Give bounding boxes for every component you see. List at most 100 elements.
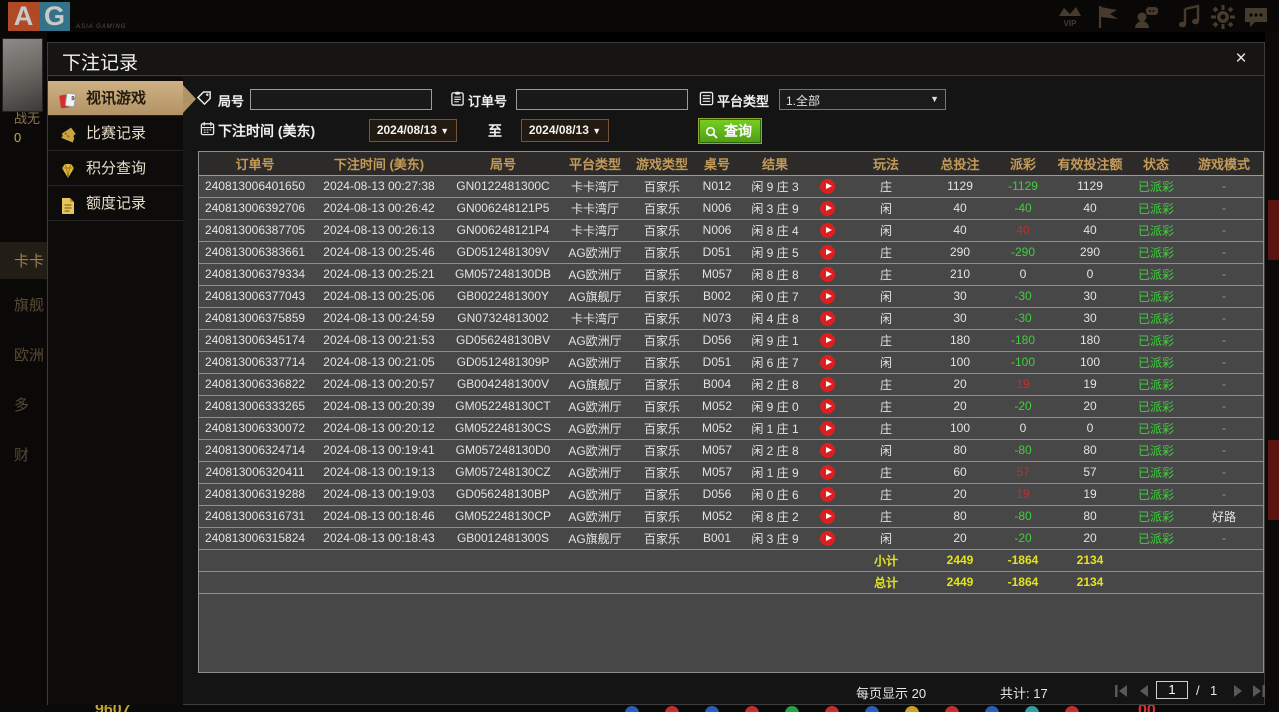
replay-icon[interactable] [820, 355, 835, 370]
replay-icon[interactable] [820, 179, 835, 194]
table-cell: - [1185, 395, 1263, 417]
table-cell: 已派彩 [1127, 373, 1185, 395]
replay-icon[interactable] [820, 267, 835, 282]
chevron-down-icon: ▼ [440, 126, 449, 136]
replay-icon[interactable] [820, 487, 835, 502]
chat-icon[interactable] [1243, 4, 1269, 30]
vip-icon[interactable]: VIP [1057, 4, 1083, 30]
replay-icon[interactable] [820, 245, 835, 260]
table-cell: 庄 [845, 241, 927, 263]
last-page-icon[interactable] [1250, 684, 1266, 698]
date-from-picker[interactable]: 2024/08/13 ▼ [369, 119, 457, 142]
table-row: 2408130063793342024-08-13 00:25:21GM0572… [199, 263, 1263, 285]
replay-icon[interactable] [820, 333, 835, 348]
table-cell: 240813006319288 [199, 483, 311, 505]
sidebar-tab-points-query[interactable]: 积分查询 [48, 151, 183, 186]
underlay-count: 00 [1138, 705, 1156, 712]
first-page-icon[interactable] [1114, 684, 1130, 698]
underlay-badge [865, 706, 879, 712]
lobby-menu-fragment: 欧洲 [0, 344, 47, 365]
sidebar-tab-match-records[interactable]: 比赛记录 [48, 116, 183, 151]
replay-icon[interactable] [820, 421, 835, 436]
table-cell: 百家乐 [631, 197, 693, 219]
dialog-titlebar: 下注记录 × [48, 43, 1264, 76]
table-cell: - [1185, 175, 1263, 197]
replay-icon[interactable] [820, 223, 835, 238]
table-cell: - [1185, 241, 1263, 263]
table-cell: GN006248121P5 [447, 197, 559, 219]
underlay-badge [625, 706, 639, 712]
summary-cell [559, 549, 631, 571]
table-cell: 已派彩 [1127, 351, 1185, 373]
replay-icon[interactable] [820, 377, 835, 392]
table-cell: - [1185, 373, 1263, 395]
logo-subtitle: ASIA GAMING [76, 24, 126, 30]
close-icon[interactable]: × [1230, 48, 1252, 70]
column-header: 游戏类型 [631, 152, 693, 175]
replay-icon[interactable] [820, 465, 835, 480]
sidebar-tab-video-games[interactable]: 9视讯游戏 [48, 81, 183, 116]
table-row: 2408130063192882024-08-13 00:19:03GD0562… [199, 483, 1263, 505]
table-cell: 240813006337714 [199, 351, 311, 373]
cards-icon: 9 [58, 89, 78, 109]
table-cell: 2024-08-13 00:19:41 [311, 439, 447, 461]
table-cell: 庄 [845, 395, 927, 417]
sidebar-tab-quota-records[interactable]: 额度记录 [48, 186, 183, 221]
page-number-input[interactable]: 1 [1156, 681, 1188, 699]
table-cell: B001 [693, 527, 741, 549]
table-cell: - [1185, 417, 1263, 439]
table-cell: 240813006387705 [199, 219, 311, 241]
prev-page-icon[interactable] [1136, 684, 1152, 698]
table-cell: 百家乐 [631, 483, 693, 505]
table-cell: 0 [993, 417, 1053, 439]
column-header: 总投注 [927, 152, 993, 175]
table-cell: B002 [693, 285, 741, 307]
table-cell: 20 [1053, 395, 1127, 417]
table-cell: 240813006320411 [199, 461, 311, 483]
table-cell: 20 [927, 483, 993, 505]
table-cell: 百家乐 [631, 241, 693, 263]
platform-type-select[interactable]: 1.全部 ▼ [779, 89, 946, 110]
flag-icon[interactable] [1095, 4, 1121, 30]
table-cell: AG欧洲厅 [559, 505, 631, 527]
column-header: 订单号 [199, 152, 311, 175]
table-cell: 57 [1053, 461, 1127, 483]
lobby-menu-fragment: 卡卡 [0, 242, 47, 279]
table-cell: 2024-08-13 00:26:13 [311, 219, 447, 241]
table-cell: 百家乐 [631, 351, 693, 373]
round-no-input[interactable] [250, 89, 432, 110]
table-cell: 已派彩 [1127, 505, 1185, 527]
gear-icon[interactable] [1210, 4, 1236, 30]
table-cell: 闲 2 庄 8 [741, 439, 809, 461]
table-cell: 百家乐 [631, 307, 693, 329]
sidebar-tab-label: 比赛记录 [86, 125, 146, 142]
summary-cell: 总计 [845, 571, 927, 593]
total-pages: 1 [1210, 683, 1217, 698]
table-cell: - [1185, 307, 1263, 329]
summary-cell [1127, 571, 1185, 593]
table-cell: - [1185, 351, 1263, 373]
table-cell: -40 [993, 197, 1053, 219]
replay-icon[interactable] [820, 443, 835, 458]
replay-icon[interactable] [820, 311, 835, 326]
replay-icon[interactable] [820, 531, 835, 546]
query-button[interactable]: 查询 [699, 119, 761, 143]
replay-icon[interactable] [820, 509, 835, 524]
order-no-input[interactable] [516, 89, 688, 110]
music-icon[interactable] [1176, 4, 1202, 30]
table-cell: 0 [1053, 417, 1127, 439]
bet-time-label: 下注时间 (美东) [218, 121, 315, 141]
column-header: 下注时间 (美东) [311, 152, 447, 175]
table-cell: M057 [693, 439, 741, 461]
date-to-picker[interactable]: 2024/08/13 ▼ [521, 119, 609, 142]
replay-icon[interactable] [820, 201, 835, 216]
support-icon[interactable] [1133, 4, 1159, 30]
next-page-icon[interactable] [1230, 684, 1246, 698]
table-cell: 80 [927, 505, 993, 527]
table-cell: M057 [693, 263, 741, 285]
replay-icon[interactable] [820, 399, 835, 414]
logo-letter-g: G [39, 2, 70, 31]
replay-cell [809, 373, 845, 395]
replay-icon[interactable] [820, 289, 835, 304]
table-cell: GM057248130CZ [447, 461, 559, 483]
